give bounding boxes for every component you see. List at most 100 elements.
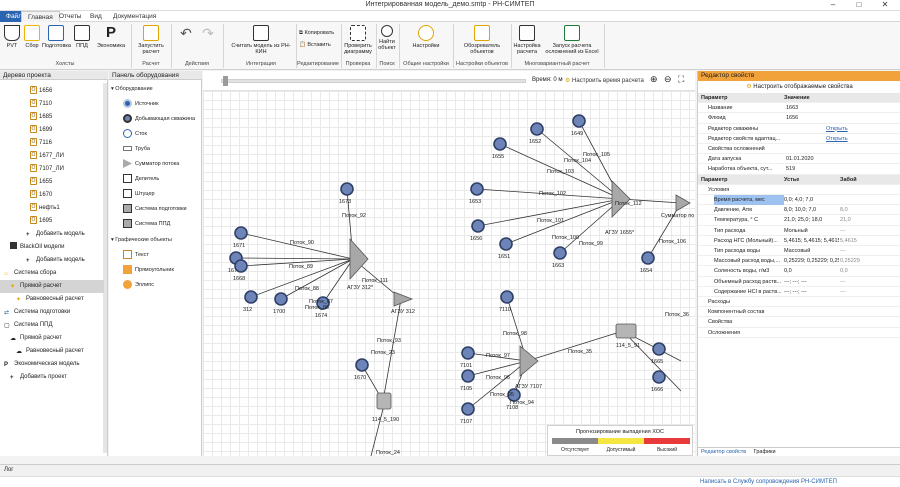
stream-label[interactable]: Поток_23 (371, 350, 395, 356)
tree-well-4[interactable]: O 7116 (0, 137, 104, 150)
property-section-1[interactable]: Компонентный состав (698, 307, 900, 318)
tree-equil-calc-2[interactable]: ☁ Равновесный расчет (0, 345, 104, 358)
tab-reports[interactable]: Отчеты (53, 11, 87, 22)
sbor-button[interactable]: Сбор (23, 25, 41, 49)
graphic-item-text-tool[interactable]: Текст (109, 248, 201, 263)
graphic-item-ellipse-tool[interactable]: Эллипс (109, 278, 201, 293)
tree-well-7[interactable]: O 1655 (0, 176, 104, 189)
stream-label[interactable]: Поток_112 (615, 201, 642, 207)
equipment-item-prep-system[interactable]: Система подготовки (109, 202, 201, 217)
stream-label[interactable]: Поток_97 (486, 353, 510, 359)
well-node[interactable]: 1663 (552, 246, 567, 269)
property-row-1[interactable]: Флюид 1656 (698, 113, 900, 124)
diagram-canvas[interactable]: Время: 0 мес ⚙ Настроить время расчета ⊕… (203, 71, 695, 456)
tree-well-2[interactable]: O 1685 (0, 111, 104, 124)
condition-row-6[interactable]: Массовый расход воды,... 0,25229; 0,25229… (698, 256, 900, 267)
tree-well-10[interactable]: O 1695 (0, 215, 104, 228)
stream-label[interactable]: Поток_92 (342, 213, 366, 219)
redo-button[interactable]: ↷ (198, 25, 218, 41)
equipment-item-source[interactable]: Источник (109, 97, 201, 112)
tree-well-5[interactable]: O 1677_ЛИ (0, 150, 104, 163)
stream-label[interactable]: Поток_99 (579, 241, 603, 247)
tree-add-project[interactable]: + Добавить проект (0, 371, 104, 384)
property-row-5[interactable]: Дата запуска 01.01.2020 (698, 154, 900, 165)
ppd-button[interactable]: ППД (71, 25, 93, 49)
fit-icon[interactable]: ⛶ (678, 74, 684, 85)
conditions-table-header[interactable]: Параметр Устье Забой (698, 174, 900, 185)
tree-well-0[interactable]: O 1656 (0, 85, 104, 98)
tab-view[interactable]: Вид (84, 11, 108, 22)
well-node[interactable]: 1655 (492, 137, 507, 160)
well-node[interactable]: 1649 (571, 114, 586, 137)
copy-button[interactable]: ⧉ Копировать (299, 30, 339, 36)
equipment-item-splitter[interactable]: Делитель (109, 172, 201, 187)
minimize-button[interactable]: – (820, 0, 846, 11)
setup-properties-button[interactable]: ⚙ Настроить отображаемые свойства (698, 82, 900, 92)
unit-pipe-114-5-190[interactable]: 114_5_190 (372, 392, 399, 423)
stream-label[interactable]: Поток_24 (376, 450, 400, 456)
condition-row-1[interactable]: Давление, Атм 8,0; 10,0; 7,0 8,0 (698, 205, 900, 216)
property-section-2[interactable]: Свойства (698, 317, 900, 328)
stream-label[interactable]: Поток_35 (568, 349, 592, 355)
well-node[interactable]: 1652 (529, 122, 544, 145)
stream-label[interactable]: Поток_95 (490, 392, 514, 398)
canvas-grid[interactable]: 1678 1673 1671 1668 312 1700 1674 1670 1652 1649 1… (203, 91, 695, 456)
unit-agzu-312[interactable]: АГЗУ 312 (391, 291, 415, 315)
condition-row-8[interactable]: Объемный расход раств... ---; ---; --- --- (698, 277, 900, 287)
well-node[interactable]: 1671 (233, 226, 248, 249)
zoom-in-icon[interactable]: ⊕ (650, 74, 658, 85)
stream-line[interactable] (240, 232, 354, 260)
condition-row-0[interactable]: Время расчета, мес 0,0; 4,0; 7,0 (698, 195, 900, 206)
stream-label[interactable]: Поток_102 (539, 191, 566, 197)
graphics-section-header[interactable]: ▾ Графические объекты (109, 233, 201, 248)
equipment-item-flow-summator[interactable]: Сумматор потока (109, 157, 201, 172)
multirun-button[interactable]: Запуск расчета осложнений из Excel (544, 25, 600, 55)
stream-label[interactable]: Поток_104 (564, 158, 591, 164)
tree-equil-calc[interactable]: ✦ Равновесный расчет (0, 293, 104, 306)
condition-row-3[interactable]: Тип расхода Мольный --- (698, 226, 900, 236)
tab-property-editor[interactable]: Редактор свойств (698, 449, 749, 455)
tree-well-6[interactable]: O 7107_ЛИ (0, 163, 104, 176)
property-row-4[interactable]: Свойства осложнений (698, 144, 900, 155)
unit-summator[interactable]: Сумматор по (661, 194, 694, 219)
tree-prep[interactable]: ⇄ Система подготовки (0, 306, 104, 319)
tree-direct-calc-2[interactable]: ☁ Прямой расчет (0, 332, 104, 345)
stream-label[interactable]: Поток_89 (289, 264, 313, 270)
time-settings-button[interactable]: ⚙ Настроить время расчета (563, 76, 646, 85)
well-node[interactable]: 1651 (498, 237, 513, 260)
stream-line[interactable] (322, 258, 354, 304)
stream-label[interactable]: Поток_96 (486, 375, 510, 381)
tree-well-1[interactable]: O 7110 (0, 98, 104, 111)
close-button[interactable]: ✕ (872, 0, 898, 11)
well-node[interactable]: 1653 (469, 182, 484, 205)
property-section-3[interactable]: Осложнения (698, 328, 900, 338)
find-object-button[interactable]: Найти объект (377, 25, 397, 51)
well-node[interactable]: 1670 (354, 358, 369, 381)
log-panel[interactable]: Лог (0, 464, 900, 476)
stream-label[interactable]: Поток_94 (510, 400, 534, 406)
equipment-item-sink[interactable]: Сток (109, 127, 201, 142)
tab-docs[interactable]: Документация (107, 11, 162, 22)
stream-label[interactable]: Поток_101 (537, 218, 564, 224)
support-link[interactable]: Написать в Службу сопровождения РН-СИМТЕ… (700, 479, 837, 485)
equipment-item-ppd-system[interactable]: Система ППД (109, 217, 201, 232)
equipment-item-production-well[interactable]: Добывающая скважина (109, 112, 201, 127)
well-node[interactable]: 7105 (460, 369, 475, 392)
well-node[interactable]: 1700 (273, 292, 288, 315)
check-diagram-button[interactable]: Проверить диаграмму (342, 25, 374, 55)
condition-row-2[interactable]: Температура, ° С 21,0; 25,0; 18,0 21,0 (698, 215, 900, 226)
tree-sbor[interactable]: ⌂ Система сбора (0, 267, 104, 280)
stream-label[interactable]: Поток_100 (552, 235, 579, 241)
property-row-6[interactable]: Наработка объекта, сут... 519 (698, 164, 900, 175)
well-node[interactable]: 312 (243, 290, 258, 313)
unit-agzu-7107[interactable]: АГЗУ 7107 (515, 345, 542, 390)
stream-label[interactable]: Поток_98 (503, 331, 527, 337)
equipment-item-choke[interactable]: Штуцер (109, 187, 201, 202)
well-node[interactable]: 1656 (470, 219, 485, 242)
zoom-out-icon[interactable]: ⊖ (664, 74, 672, 85)
condition-row-9[interactable]: Содержание HCl в раств... ---; ---; --- --… (698, 287, 900, 297)
conditions-section[interactable]: Условия (698, 185, 900, 195)
run-button[interactable]: Запустить расчет (134, 25, 168, 55)
property-table-header[interactable]: Параметр Значение (698, 93, 900, 104)
condition-row-7[interactable]: Соленость воды, г/м3 0,0 0,0 (698, 266, 900, 277)
